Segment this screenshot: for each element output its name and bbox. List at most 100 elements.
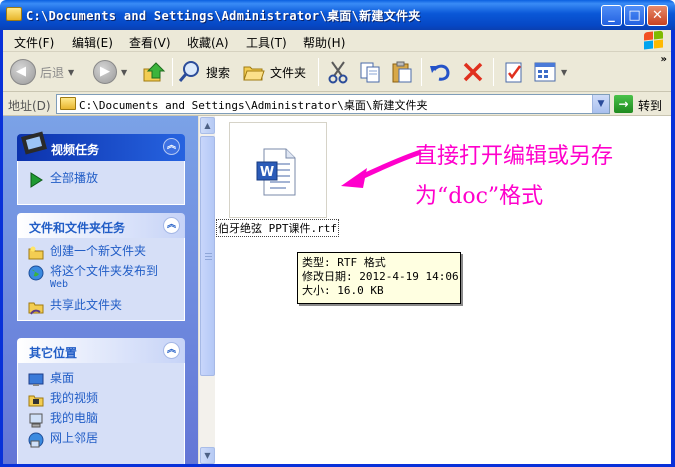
back-button[interactable]: ◀ 后退 ▼	[10, 57, 74, 87]
address-input[interactable]: C:\Documents and Settings\Administrator\…	[56, 94, 610, 114]
tooltip-size: 大小: 16.0 KB	[302, 284, 384, 297]
paste-icon	[392, 61, 412, 83]
task-label: 桌面	[50, 371, 75, 385]
word-document-icon: W	[256, 148, 296, 196]
search-label: 搜索	[206, 65, 231, 80]
task-pane-scrollbar[interactable]: ▲ ▼	[198, 116, 215, 467]
network-icon	[28, 432, 44, 448]
title-bar[interactable]: C:\Documents and Settings\Administrator\…	[0, 0, 675, 30]
task-label: 共享此文件夹	[50, 298, 123, 312]
folders-label: 文件夹	[270, 65, 307, 80]
forward-dropdown-icon[interactable]: ▼	[121, 68, 127, 77]
file-name-label[interactable]: 伯牙绝弦 PPT课件.rtf	[216, 219, 339, 237]
menu-view[interactable]: 查看(V)	[129, 34, 171, 51]
place-desktop[interactable]: 桌面	[28, 371, 74, 388]
computer-icon	[28, 412, 44, 428]
up-folder-icon	[143, 62, 166, 82]
collapse-chevron-icon[interactable]: ︽	[163, 217, 180, 234]
collapse-chevron-icon[interactable]: ︽	[163, 342, 180, 359]
windows-logo-icon	[643, 30, 665, 51]
folder-icon	[6, 7, 22, 21]
minimize-button[interactable]: _	[601, 5, 622, 26]
scroll-down-icon[interactable]: ▼	[200, 447, 215, 464]
search-button[interactable]: 搜索	[178, 57, 230, 87]
other-places-body: 桌面 我的视频 我的电脑 网上邻居	[17, 363, 185, 467]
forward-arrow-icon: ▶	[93, 60, 117, 84]
maximize-button[interactable]: □	[624, 5, 645, 26]
cut-button[interactable]	[326, 57, 350, 87]
menu-help[interactable]: 帮助(H)	[303, 34, 345, 51]
forward-button[interactable]: ▶ ▼	[93, 57, 127, 87]
properties-button[interactable]	[502, 57, 526, 87]
views-dropdown-icon[interactable]: ▼	[561, 68, 567, 77]
place-network[interactable]: 网上邻居	[28, 431, 98, 448]
task-label: 我的视频	[50, 391, 99, 405]
file-folder-tasks-panel: 文件和文件夹任务 ︽ 创建一个新文件夹 将这个文件夹发布到 Web 共享此文件夹	[17, 213, 185, 321]
search-icon	[178, 61, 199, 82]
file-folder-tasks-title: 文件和文件夹任务	[29, 221, 126, 235]
task-label: 全部播放	[50, 171, 99, 185]
undo-button[interactable]	[428, 57, 452, 87]
delete-x-icon	[463, 62, 483, 82]
up-folder-button[interactable]	[142, 57, 166, 87]
go-button[interactable]: 转到	[638, 97, 662, 114]
address-dropdown-icon[interactable]: ▼	[592, 95, 609, 113]
scroll-up-icon[interactable]: ▲	[200, 117, 215, 134]
copy-button[interactable]	[358, 57, 382, 87]
other-places-header[interactable]: 其它位置 ︽	[17, 338, 185, 363]
task-label: 创建一个新文件夹	[50, 244, 147, 258]
task-label: 我的电脑	[50, 411, 99, 425]
menu-file[interactable]: 文件(F)	[14, 34, 54, 51]
video-tasks-header[interactable]: 视频任务 ︽	[17, 131, 185, 161]
back-dropdown-icon[interactable]: ▼	[68, 68, 74, 77]
address-label: 地址(D)	[8, 99, 51, 113]
other-places-title: 其它位置	[29, 346, 78, 360]
file-folder-tasks-body: 创建一个新文件夹 将这个文件夹发布到 Web 共享此文件夹	[17, 238, 185, 321]
play-all-task[interactable]: 全部播放	[28, 171, 98, 188]
window-left-border	[0, 30, 3, 467]
collapse-chevron-icon[interactable]: ︽	[163, 138, 180, 155]
globe-icon	[28, 265, 44, 281]
address-value: C:\Documents and Settings\Administrator\…	[79, 99, 428, 112]
menu-edit[interactable]: 编辑(E)	[72, 34, 113, 51]
file-info-tooltip: 类型: RTF 格式 修改日期: 2012-4-19 14:06 大小: 16.…	[297, 252, 461, 304]
file-item[interactable]: W	[229, 122, 327, 218]
undo-icon	[430, 64, 450, 81]
copy-icon	[360, 62, 380, 83]
annotation-line-2: 为“doc”格式	[415, 184, 544, 209]
video-tasks-title: 视频任务	[51, 143, 100, 157]
place-my-videos[interactable]: 我的视频	[28, 391, 98, 408]
delete-button[interactable]	[461, 57, 485, 87]
film-icon	[21, 131, 47, 155]
menu-tools[interactable]: 工具(T)	[246, 34, 287, 51]
tooltip-modified: 修改日期: 2012-4-19 14:06	[302, 270, 459, 283]
toolbar: ◀ 后退 ▼ ▶ ▼ 搜索 文件夹 ▼ »	[0, 52, 675, 92]
share-folder-icon	[28, 299, 44, 315]
folders-button[interactable]: 文件夹	[242, 57, 306, 87]
share-folder-task[interactable]: 共享此文件夹	[28, 298, 122, 315]
back-label: 后退	[40, 65, 65, 80]
task-label: 网上邻居	[50, 431, 99, 445]
new-folder-icon	[28, 245, 44, 261]
scrollbar-thumb[interactable]	[200, 136, 215, 376]
desktop-icon	[28, 372, 44, 388]
window-title: C:\Documents and Settings\Administrator\…	[26, 9, 421, 23]
go-arrow-icon[interactable]: →	[614, 95, 633, 113]
file-list-view[interactable]: W 伯牙绝弦 PPT课件.rtf 类型: RTF 格式 修改日期: 2012-4…	[215, 116, 675, 467]
views-button[interactable]: ▼	[533, 57, 567, 87]
views-icon	[534, 62, 556, 82]
publish-web-task[interactable]: 将这个文件夹发布到 Web	[28, 264, 158, 291]
toolbar-more-icon[interactable]: »	[661, 54, 667, 65]
paste-button[interactable]	[390, 57, 414, 87]
annotation-line-1: 直接打开编辑或另存	[415, 144, 614, 169]
place-my-computer[interactable]: 我的电脑	[28, 411, 98, 428]
file-folder-tasks-header[interactable]: 文件和文件夹任务 ︽	[17, 213, 185, 238]
scissors-icon	[328, 61, 348, 84]
video-tasks-body: 全部播放	[17, 161, 185, 205]
close-button[interactable]: ✕	[647, 5, 668, 26]
task-pane: 视频任务 ︽ 全部播放 文件和文件夹任务 ︽ 创建一个新文件夹 将这个文件夹发布…	[0, 116, 198, 467]
folders-icon	[243, 66, 265, 81]
menu-favorites[interactable]: 收藏(A)	[187, 34, 229, 51]
svg-text:W: W	[260, 165, 274, 180]
new-folder-task[interactable]: 创建一个新文件夹	[28, 244, 146, 261]
